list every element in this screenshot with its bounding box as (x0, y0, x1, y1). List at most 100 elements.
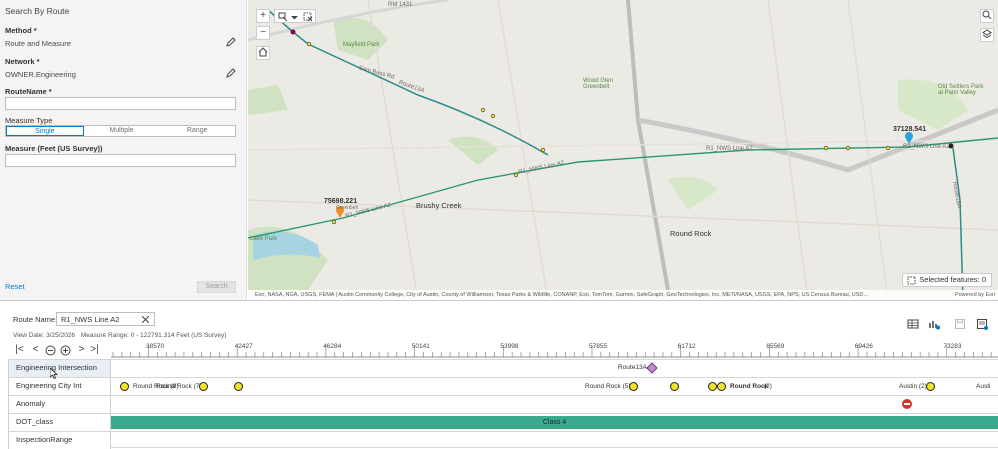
search-by-route-panel: Search By Route Method * Route and Measu… (0, 0, 247, 300)
routename-input[interactable] (5, 97, 236, 110)
chart-settings-icon[interactable] (928, 318, 940, 330)
zoom-in-timeline-icon[interactable] (60, 345, 71, 356)
method-value: Route and Measure (5, 39, 71, 48)
home-button[interactable] (256, 46, 270, 60)
selected-features-badge[interactable]: Selected features: 0 (902, 273, 992, 287)
city-event-marker[interactable] (708, 382, 717, 391)
measure-type-segmented: Single Multiple Range (5, 125, 236, 137)
next-icon[interactable]: > (76, 345, 87, 356)
layers-button[interactable] (980, 28, 994, 42)
marker-left-value: 75698.221 (324, 198, 358, 205)
ruler-tick-label: 69426 (854, 343, 873, 350)
city-event-marker[interactable] (629, 382, 638, 391)
dot-class-bar[interactable]: Class 4 (111, 416, 998, 429)
map-label-mayfield: Mayfield Park (343, 42, 380, 48)
layers-icon (982, 29, 992, 39)
edit-method-pencil-icon[interactable] (226, 37, 236, 47)
network-label: Network * (5, 57, 40, 66)
measure-input[interactable] (5, 154, 236, 167)
route-name-field[interactable]: R1_NWS Line A2 (56, 312, 155, 326)
ruler-tick-label: 38570 (146, 343, 165, 350)
chevron-down-icon[interactable] (291, 14, 298, 21)
ruler-tick-label: 42427 (234, 343, 253, 350)
intersection-event-label: Route13A (618, 364, 647, 371)
measure-range: Measure Range: 0 - 122791.314 Feet (US S… (80, 332, 227, 339)
city-event-marker[interactable] (234, 382, 243, 391)
map-attribution: Esri, NASA, NGA, USGS, FEMA | Austin Com… (248, 290, 998, 300)
measure-type-single[interactable]: Single (6, 126, 84, 136)
ruler-tick-label: 46284 (323, 343, 342, 350)
city-event-label-3: Round Rock (5) (585, 383, 631, 390)
city-event-marker[interactable] (926, 382, 935, 391)
city-event-marker[interactable] (120, 382, 129, 391)
map-label-wood-glen: Wood Glen Greenbelt (583, 78, 613, 90)
row-anomaly: Anomaly (8, 395, 998, 413)
network-value: OWNER.Engineering (5, 70, 76, 79)
row-label-inspection-range: InspectionRange (8, 432, 111, 449)
export-icon[interactable] (976, 318, 988, 330)
ruler-tick-label: 50141 (411, 343, 430, 350)
selection-icon (907, 276, 916, 285)
selection-toolbar (274, 9, 316, 23)
city-event-marker[interactable] (717, 382, 726, 391)
row-engineering-intersection: Engineering Intersection Route13A (8, 359, 998, 377)
ruler-tick-label: 57855 (589, 343, 608, 350)
row-label-dot-class: DOT_class (8, 414, 111, 431)
map-label-line-a2-1: R1_NWS Line A2 (706, 146, 753, 152)
select-tool-icon[interactable] (278, 12, 288, 22)
marker-left-sub: Greenbelt (336, 205, 358, 211)
measure-type-multiple[interactable]: Multiple (84, 126, 160, 136)
clear-route-close-icon[interactable] (142, 316, 149, 323)
anomaly-marker[interactable] (902, 399, 912, 409)
method-label: Method * (5, 26, 37, 35)
row-dot-class: DOT_class Class 4 (8, 413, 998, 431)
previous-icon[interactable]: < (30, 345, 41, 356)
map-label-round-rock: Round Rock (670, 229, 712, 238)
home-icon (258, 47, 268, 57)
search-button[interactable]: Search (197, 281, 236, 293)
map-label-lake-park: Lake Park (250, 236, 278, 242)
edit-network-pencil-icon[interactable] (226, 68, 236, 78)
ruler-tick-label: 61712 (677, 343, 696, 350)
map-label-line-a2-4: R1_NWS Line A2 (903, 144, 950, 150)
routename-label: RouteName * (5, 87, 52, 96)
city-event-marker[interactable] (670, 382, 679, 391)
search-map-button[interactable] (980, 9, 994, 23)
row-engineering-city-int: Engineering City Int Round Rock (8) Roun… (8, 377, 998, 395)
city-event-label-4: Round Rock (730, 383, 769, 390)
city-event-label-5: (2) (764, 383, 772, 390)
minus-icon (904, 403, 910, 405)
selected-features-text: Selected features: 0 (919, 275, 986, 284)
city-event-marker[interactable] (199, 382, 208, 391)
zoom-out-button[interactable]: − (256, 26, 270, 40)
route-name-value: R1_NWS Line A2 (61, 315, 120, 324)
row-label-engineering-intersection[interactable]: Engineering Intersection (8, 360, 111, 377)
zoom-out-timeline-icon[interactable] (45, 345, 56, 356)
panel-title: Search By Route (5, 6, 70, 16)
marker-right-value: 37128.541 (893, 126, 927, 133)
row-label-engineering-city-int: Engineering City Int (8, 378, 111, 395)
row-inspection-range: InspectionRange (8, 431, 998, 449)
row-label-anomaly: Anomaly (8, 396, 111, 413)
city-event-label-6: Austin (2) (899, 383, 927, 390)
zoom-in-button[interactable]: + (256, 9, 270, 23)
intersection-diamond[interactable] (646, 362, 658, 374)
measure-label: Measure (Feet (US Survey)) (5, 144, 103, 153)
last-page-icon[interactable]: >| (89, 345, 100, 356)
clear-selection-icon[interactable] (303, 12, 313, 22)
map-label-old-settlers: Old Settlers Park at Palm Valley (938, 84, 984, 96)
first-page-icon[interactable]: |< (14, 345, 25, 356)
city-event-label-7: Austi (976, 383, 991, 390)
view-date: View Date: 3/25/2026 (13, 332, 76, 339)
map-view[interactable]: Mayfield Park Route13A RM 1431 Wood Glen… (248, 0, 998, 300)
measure-type-label: Measure Type (5, 116, 53, 125)
reset-link[interactable]: Reset (5, 282, 25, 291)
city-event-label-2: Round Rock (7) (156, 383, 202, 390)
save-icon[interactable] (954, 318, 966, 330)
measure-type-range[interactable]: Range (159, 126, 235, 136)
map-label-brushy-creek: Brushy Creek (416, 201, 462, 210)
powered-by: Powered by Esri (954, 290, 995, 300)
table-icon[interactable] (907, 318, 919, 330)
ruler-tick-label: 73283 (943, 343, 962, 350)
ruler-tick-label: 53998 (500, 343, 519, 350)
